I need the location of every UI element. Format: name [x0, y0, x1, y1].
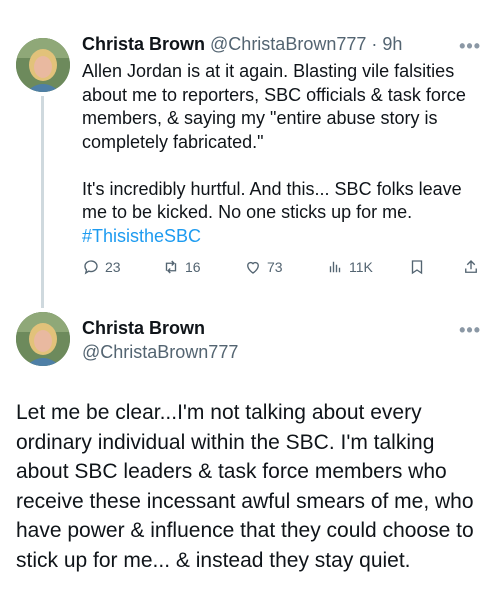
- views-icon: [329, 261, 341, 273]
- tweet-text: Let me be clear...I'm not talking about …: [16, 398, 484, 575]
- tweet-text: Allen Jordan is at it again. Blasting vi…: [82, 60, 482, 248]
- reply-count: 23: [105, 259, 121, 275]
- reply-icon: [84, 260, 98, 275]
- timestamp[interactable]: · 9h: [371, 34, 402, 54]
- retweet-icon: [165, 260, 177, 274]
- share-button[interactable]: [462, 258, 480, 276]
- bookmark-icon: [411, 260, 423, 275]
- tweet-paragraph-2: It's incredibly hurtful. And this... SBC…: [82, 178, 462, 223]
- share-icon: [465, 260, 477, 273]
- thread-connector-line: [41, 96, 44, 308]
- like-button[interactable]: 73: [244, 258, 283, 276]
- hashtag-link[interactable]: #ThisistheSBC: [82, 226, 201, 246]
- avatar[interactable]: [16, 38, 70, 92]
- author-name[interactable]: Christa Brown: [82, 34, 205, 54]
- tweet-paragraph: Let me be clear...I'm not talking about …: [16, 401, 474, 572]
- tweet-header: Christa Brown @ChristaBrown777 · 9h: [82, 34, 402, 55]
- views-button[interactable]: 11K: [326, 258, 373, 276]
- author-handle[interactable]: @ChristaBrown777: [82, 342, 238, 363]
- author-name[interactable]: Christa Brown: [82, 318, 205, 339]
- view-count: 11K: [349, 259, 373, 275]
- avatar[interactable]: [16, 312, 70, 366]
- author-handle[interactable]: @ChristaBrown777: [210, 34, 366, 54]
- reply-button[interactable]: 23: [82, 258, 121, 276]
- more-options-icon[interactable]: •••: [459, 36, 481, 57]
- retweet-button[interactable]: 16: [162, 258, 201, 276]
- avatar-photo-icon: [16, 312, 70, 366]
- retweet-count: 16: [185, 259, 201, 275]
- avatar-photo-icon: [16, 38, 70, 92]
- bookmark-button[interactable]: [408, 258, 426, 276]
- like-count: 73: [267, 259, 283, 275]
- tweet-actions: 23 16 73 11K: [82, 258, 482, 282]
- tweet-paragraph-1: Allen Jordan is at it again. Blasting vi…: [82, 61, 466, 152]
- heart-icon: [247, 261, 259, 274]
- more-options-icon[interactable]: •••: [459, 320, 481, 341]
